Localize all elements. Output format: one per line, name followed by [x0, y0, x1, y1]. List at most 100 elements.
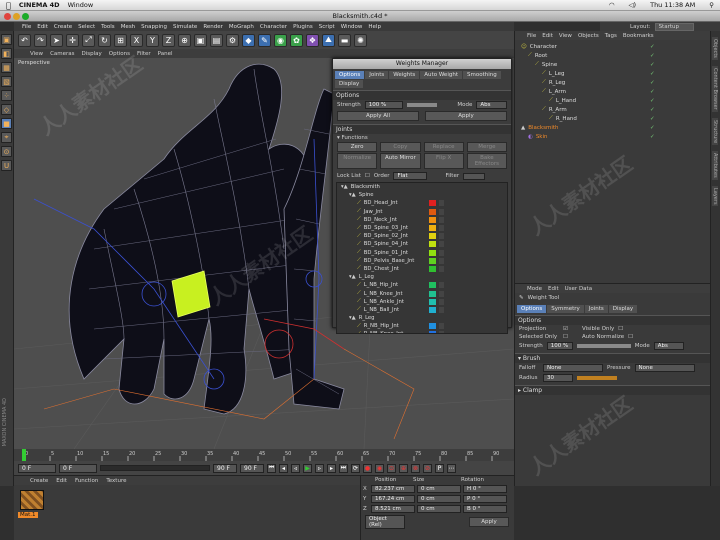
order-dropdown[interactable]: Flat — [393, 172, 428, 180]
object-row[interactable]: ◐ Skin ✓ — [515, 132, 711, 141]
recent-tool-icon[interactable]: ⊞ — [114, 33, 127, 47]
strength-slider[interactable] — [407, 103, 438, 107]
coord-size-field[interactable]: 0 cm — [417, 495, 461, 503]
pressure-dropdown[interactable]: None — [634, 364, 695, 372]
visibility-check-icon[interactable]: ✓ — [650, 89, 655, 95]
points-mode-icon[interactable]: ⁘ — [1, 90, 12, 101]
radius-field[interactable]: 30 — [543, 374, 573, 382]
object-row[interactable]: ▲ Blacksmith ✓ — [515, 123, 711, 132]
y-axis-icon[interactable]: Y — [146, 33, 159, 47]
side-tab-attributes[interactable]: Attributes — [712, 150, 718, 180]
camera-icon[interactable]: ▬ — [338, 33, 351, 47]
coordinate-mode-dropdown[interactable]: Object (Rel) — [365, 515, 405, 529]
axis-mode-icon[interactable]: ⌖ — [1, 132, 12, 143]
prev-frame-icon[interactable]: ◃ — [291, 463, 300, 473]
object-row[interactable]: ⟋ L_Arm ✓ — [515, 87, 711, 96]
app-menu[interactable]: CINEMA 4D — [19, 1, 60, 9]
joint-lock[interactable] — [439, 200, 444, 207]
main-menu-item-render[interactable]: Render — [203, 24, 223, 30]
apply-button[interactable]: Apply — [425, 111, 507, 121]
viewport-menu-display[interactable]: Display — [82, 51, 102, 57]
joint-row[interactable]: ▾▲ L_Leg — [337, 273, 507, 281]
coord-size-field[interactable]: 0 cm — [417, 485, 461, 493]
frame-end-field[interactable]: 90 F — [240, 463, 264, 473]
bake-effectors-button[interactable]: Bake Effectors — [466, 153, 507, 169]
record-icon[interactable]: ● — [363, 463, 372, 473]
joint-lock[interactable] — [439, 282, 444, 289]
joint-row[interactable]: ▾▲ Blacksmith — [337, 183, 507, 191]
visibility-check-icon[interactable]: ✓ — [650, 53, 655, 59]
joint-lock[interactable] — [439, 208, 444, 215]
clock[interactable]: Thu 11:38 AM — [650, 1, 695, 9]
undo-icon[interactable]: ↶ — [18, 33, 31, 47]
light-icon[interactable]: ✺ — [354, 33, 367, 47]
z-axis-icon[interactable]: Z — [162, 33, 175, 47]
coordinates-apply-button[interactable]: Apply — [469, 517, 509, 527]
autokey-icon[interactable]: ◉ — [375, 463, 384, 473]
object-row[interactable]: ⟋ R_Hand ✓ — [515, 114, 711, 123]
object-row[interactable]: ☺ Character ✓ — [515, 42, 711, 51]
viewport-menu-cameras[interactable]: Cameras — [50, 51, 74, 57]
attr-tab-symmetry[interactable]: Symmetry — [547, 305, 584, 313]
timeline-ruler[interactable]: 0 5 10 15 20 25 30 35 40 45 50 55 60 65 70 75 80 85 90 — [14, 449, 514, 461]
object-row[interactable]: ⟋ Spine ✓ — [515, 60, 711, 69]
material-swatch[interactable] — [20, 490, 44, 510]
copy-button[interactable]: Copy — [380, 142, 421, 152]
joint-row[interactable]: ⟋R_NB_Knee_Jnt — [337, 330, 507, 333]
main-menu-item-simulate[interactable]: Simulate — [173, 24, 197, 30]
viewport-menu-options[interactable]: Options — [109, 51, 130, 57]
joint-lock[interactable] — [439, 290, 444, 297]
main-menu-item-script[interactable]: Script — [319, 24, 335, 30]
tab-smoothing[interactable]: Smoothing — [462, 71, 501, 79]
material-menu-create[interactable]: Create — [30, 478, 48, 484]
normalize-button[interactable]: Normalize — [337, 153, 378, 169]
visibility-check-icon[interactable]: ✓ — [650, 71, 655, 77]
visibility-check-icon[interactable]: ✓ — [650, 107, 655, 113]
object-row[interactable]: ⟋ R_Arm ✓ — [515, 105, 711, 114]
close-window-button[interactable] — [4, 13, 11, 20]
joint-row[interactable]: ⟋ R_NB_Hip_Jnt — [337, 322, 507, 330]
joint-row[interactable]: ⟋ L_NB_Knee_Jnt — [337, 289, 507, 297]
object-row[interactable]: ⟋ R_Leg ✓ — [515, 78, 711, 87]
main-menu-item-file[interactable]: File — [22, 24, 31, 30]
joint-row[interactable]: ⟋ BD_Spine_02_Jnt — [337, 232, 507, 240]
tweak-mode-icon[interactable]: ⊙ — [1, 146, 12, 157]
attr-menu-user-data[interactable]: User Data — [565, 286, 592, 292]
material-menu-function[interactable]: Function — [75, 478, 98, 484]
main-menu-item-create[interactable]: Create — [54, 24, 72, 30]
subdivision-icon[interactable]: ◉ — [274, 33, 287, 47]
flip-x-button[interactable]: Flip X — [423, 153, 464, 169]
move-icon[interactable]: ✛ — [66, 33, 79, 47]
render-settings-icon[interactable]: ⚙ — [226, 33, 239, 47]
attr-tab-display[interactable]: Display — [608, 305, 638, 313]
filter-field[interactable] — [463, 172, 486, 180]
auto-normalize-checkbox[interactable]: ☐ — [628, 334, 633, 340]
coord-pos-field[interactable]: 82.237 cm — [371, 485, 415, 493]
main-menu-item-character[interactable]: Character — [260, 24, 287, 30]
redo-icon[interactable]: ↷ — [34, 33, 47, 47]
tab-joints[interactable]: Joints — [365, 71, 389, 79]
coord-rot-field[interactable]: H 0 ° — [463, 485, 507, 493]
side-tab-objects[interactable]: Objects — [712, 37, 718, 60]
param-key-icon[interactable]: P — [435, 463, 444, 473]
material-menu-edit[interactable]: Edit — [56, 478, 67, 484]
zoom-window-button[interactable] — [22, 13, 29, 20]
preview-range-slider[interactable] — [100, 465, 210, 471]
prev-key-icon[interactable]: ◂ — [279, 463, 288, 473]
object-menu-view[interactable]: View — [559, 33, 572, 39]
visibility-check-icon[interactable]: ✓ — [650, 116, 655, 122]
apply-all-button[interactable]: Apply All — [337, 111, 419, 121]
attr-menu-edit[interactable]: Edit — [548, 286, 559, 292]
object-menu-file[interactable]: File — [527, 33, 536, 39]
projection-checkbox[interactable]: ☑ — [563, 326, 568, 332]
coord-size-field[interactable]: 0 cm — [417, 505, 461, 513]
render-picture-viewer-icon[interactable]: ▤ — [210, 33, 223, 47]
attr-strength-field[interactable]: 100 % — [546, 342, 573, 350]
zero-button[interactable]: Zero — [337, 142, 378, 152]
object-menu-bookmarks[interactable]: Bookmarks — [623, 33, 654, 39]
joint-lock[interactable] — [439, 265, 444, 272]
joint-row[interactable]: ⟋ BD_Spine_01_Jnt — [337, 249, 507, 257]
polygons-mode-icon[interactable]: ■ — [1, 118, 12, 129]
merge-button[interactable]: Merge — [466, 142, 507, 152]
strength-field[interactable]: 100 % — [364, 101, 404, 109]
